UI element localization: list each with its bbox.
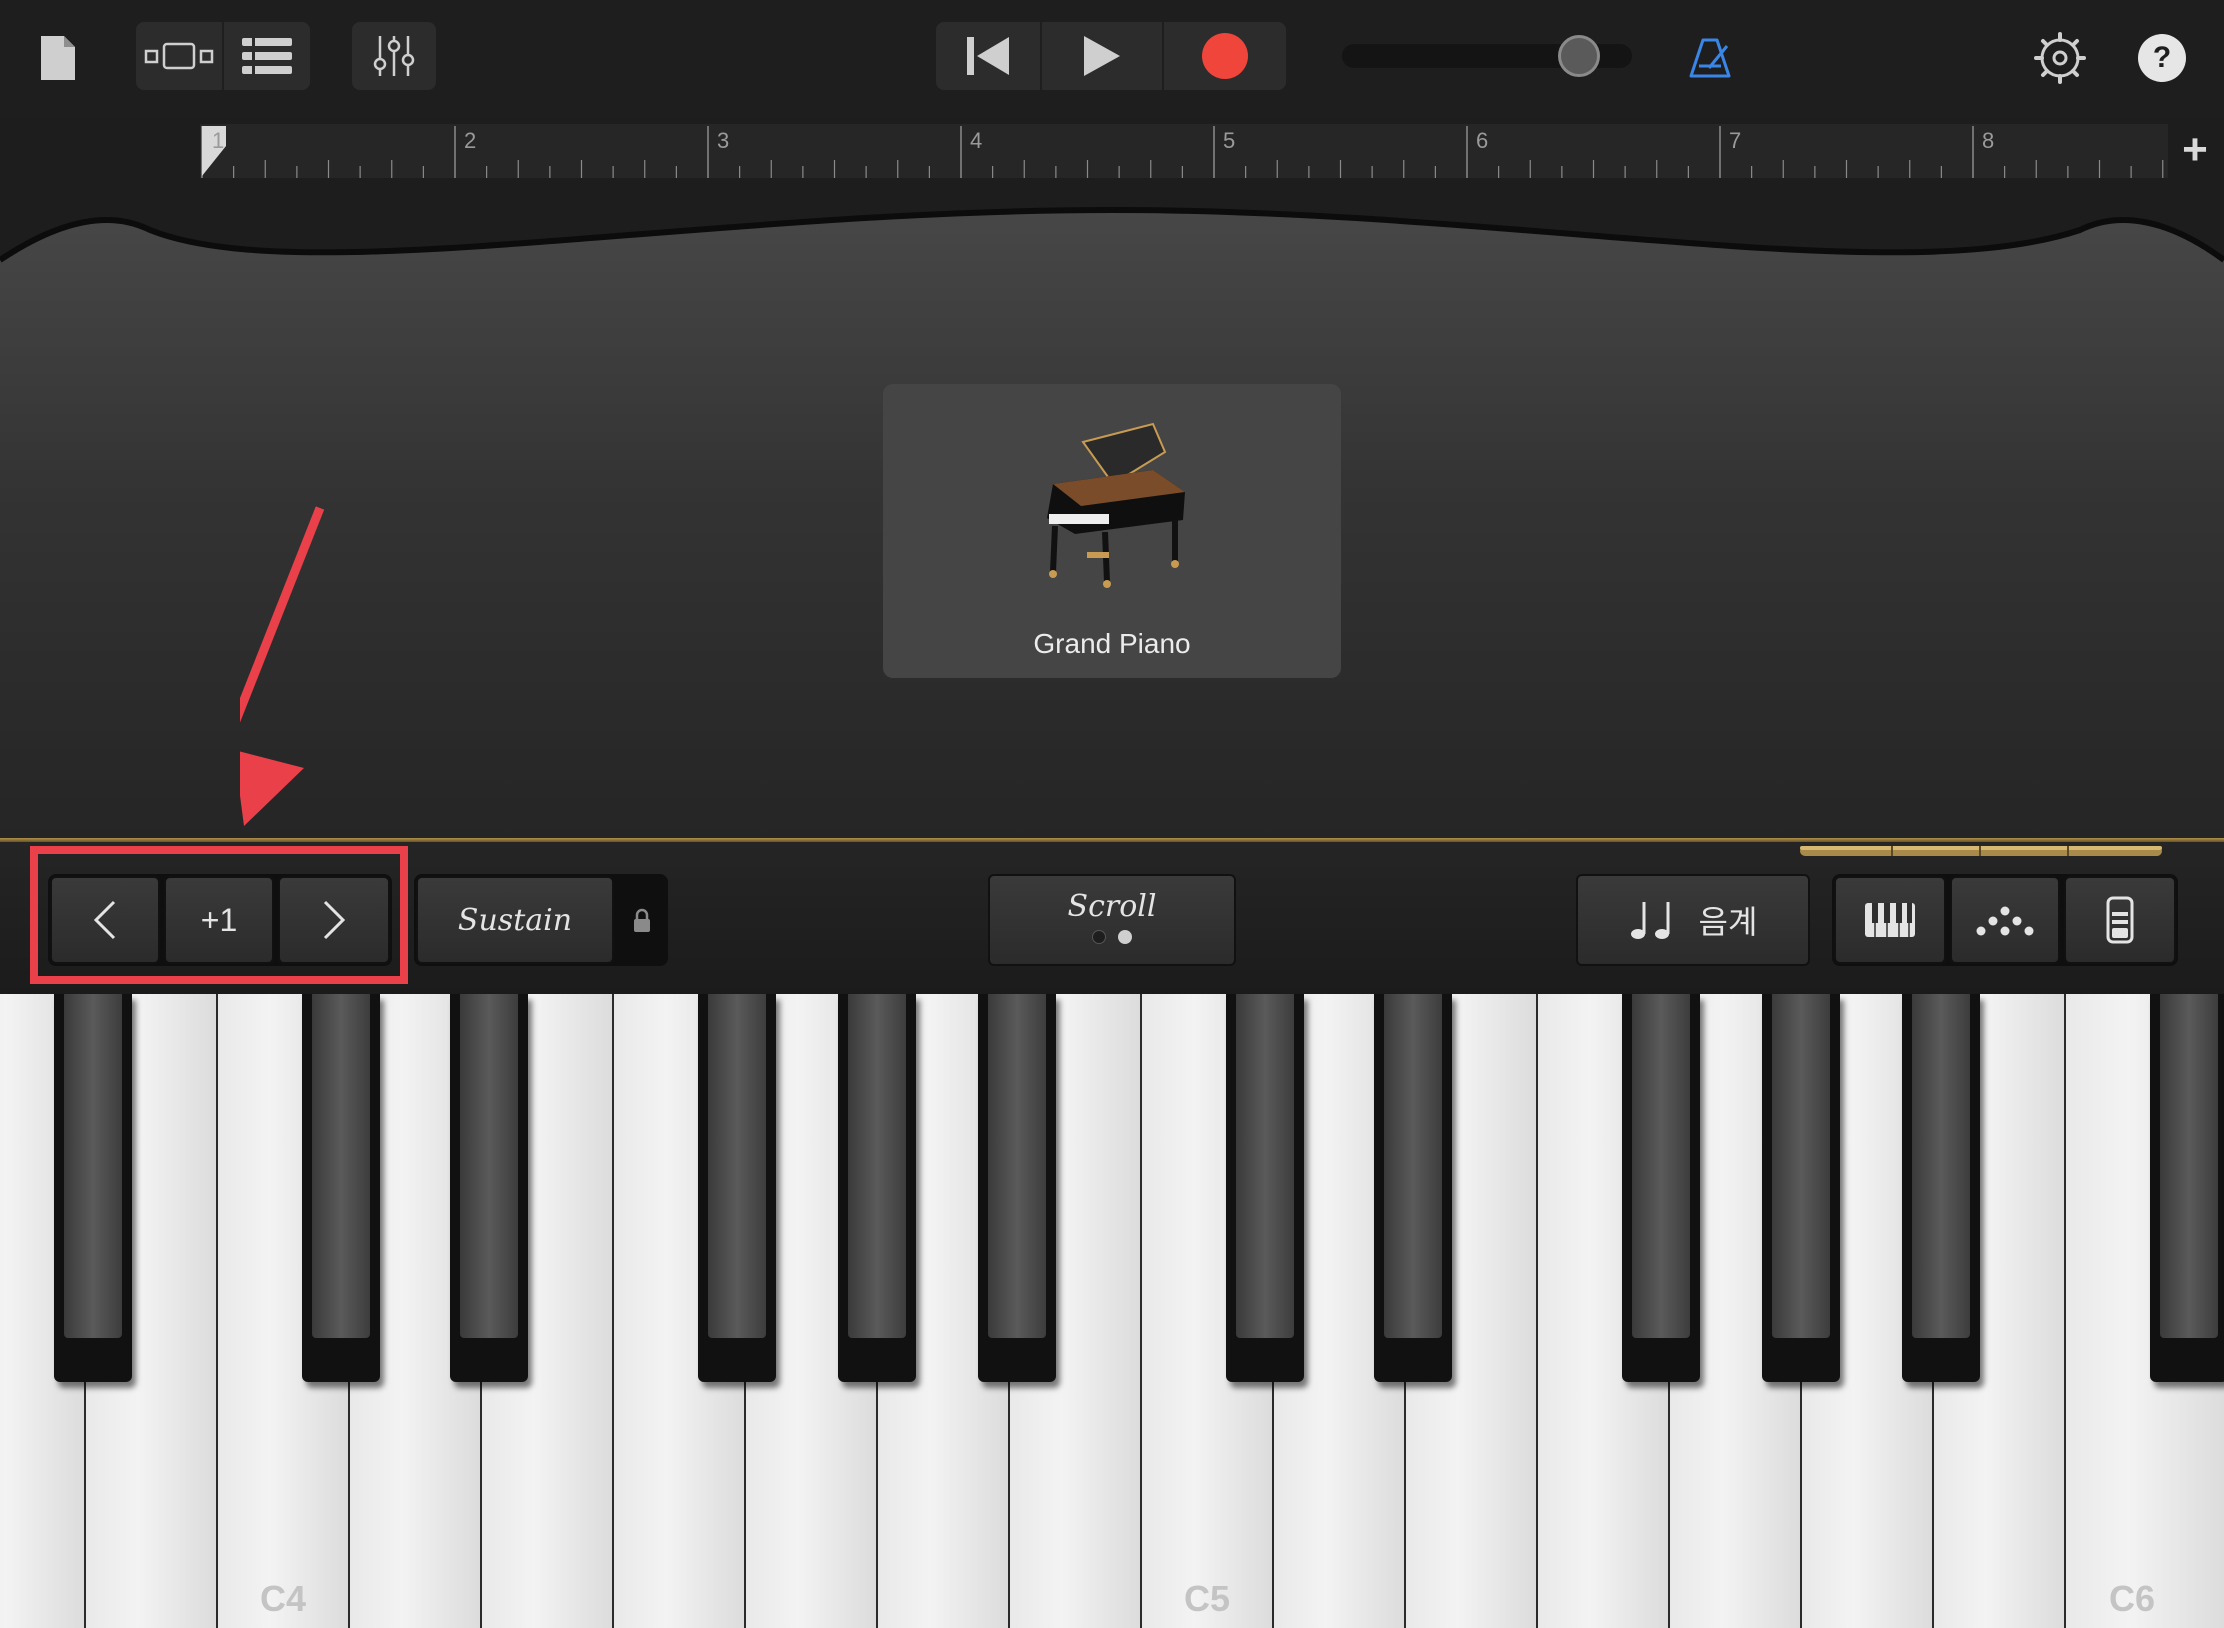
lock-icon xyxy=(634,908,650,932)
sustain-button[interactable]: Sustain xyxy=(416,876,614,964)
keyboard-layout-icon xyxy=(1865,903,1915,937)
sustain-lock-button[interactable] xyxy=(622,904,662,938)
rewind-icon xyxy=(967,37,1009,75)
velocity-icon xyxy=(2106,896,2134,944)
key-label: C6 xyxy=(2108,1578,2156,1619)
black-key[interactable] xyxy=(1374,994,1452,1382)
black-key-face xyxy=(848,994,906,1338)
mixer-button[interactable] xyxy=(352,22,436,90)
scale-button[interactable]: 음계 xyxy=(1576,874,1810,966)
metronome-button[interactable] xyxy=(1680,26,1740,90)
black-key[interactable] xyxy=(1902,994,1980,1382)
scale-label: 음계 xyxy=(1698,904,1758,940)
key-label: C4 xyxy=(259,1578,307,1619)
black-key-face xyxy=(460,994,518,1338)
black-key[interactable] xyxy=(1226,994,1304,1382)
bar-number: 4 xyxy=(970,128,983,153)
metronome-icon xyxy=(1689,38,1731,78)
my-songs-button[interactable] xyxy=(26,26,90,90)
help-icon: ? xyxy=(2152,41,2172,74)
timeline-ruler[interactable]: 1 2 3 4 5 6 7 8 xyxy=(200,124,2168,178)
keyboard-range-indicator xyxy=(1800,846,2162,856)
black-key[interactable] xyxy=(838,994,916,1382)
velocity-button[interactable] xyxy=(2064,876,2176,964)
piano-keyboard: C4 C5 C6 xyxy=(0,994,2224,1628)
black-key[interactable] xyxy=(698,994,776,1382)
black-key-face xyxy=(1912,994,1970,1338)
black-key-face xyxy=(1384,994,1442,1338)
grand-piano-image xyxy=(1047,422,1185,588)
bar-number: 2 xyxy=(464,128,477,153)
bar-number: 8 xyxy=(1982,128,1995,153)
track-list-button[interactable] xyxy=(224,22,310,90)
mixer-sliders-icon xyxy=(373,36,415,76)
add-section-button[interactable]: + xyxy=(2170,122,2220,178)
master-volume-knob[interactable] xyxy=(1558,35,1600,77)
black-key-face xyxy=(1772,994,1830,1338)
play-icon xyxy=(1084,36,1120,76)
tracks-view-button[interactable] xyxy=(136,22,222,90)
list-view-icon xyxy=(242,38,292,74)
bar-number: 6 xyxy=(1476,128,1489,153)
rewind-button[interactable] xyxy=(936,22,1040,90)
black-key-face xyxy=(312,994,370,1338)
tracks-view-icon xyxy=(144,42,214,70)
instrument-name: Grand Piano xyxy=(1033,628,1191,659)
scroll-page-indicator xyxy=(1092,929,1132,944)
help-button[interactable]: ? xyxy=(2138,34,2186,82)
black-key[interactable] xyxy=(450,994,528,1382)
annotation-arrow xyxy=(240,506,325,826)
document-icon xyxy=(41,36,75,80)
bar-number: 3 xyxy=(717,128,730,153)
black-key-face xyxy=(1236,994,1294,1338)
page-dot-active xyxy=(1118,929,1132,944)
black-key-face xyxy=(64,994,122,1338)
settings-gear-icon xyxy=(2034,32,2086,84)
page-dot xyxy=(1092,929,1106,944)
keyboard-layout-group xyxy=(1832,874,2178,966)
music-notes-icon xyxy=(1630,902,1670,939)
black-key-face xyxy=(988,994,1046,1338)
view-toggle-group xyxy=(136,22,310,90)
sustain-control: Sustain xyxy=(414,874,668,966)
black-key-face xyxy=(708,994,766,1338)
ruler-ticks xyxy=(201,126,2164,178)
record-button[interactable] xyxy=(1164,22,1286,90)
black-key[interactable] xyxy=(1762,994,1840,1382)
black-key[interactable] xyxy=(978,994,1056,1382)
black-key-face xyxy=(2160,994,2218,1338)
top-toolbar: ? xyxy=(0,0,2224,118)
transport-controls xyxy=(936,22,1286,90)
instrument-selector[interactable]: Grand Piano xyxy=(883,384,1341,678)
black-key[interactable] xyxy=(2150,994,2224,1382)
play-button[interactable] xyxy=(1042,22,1162,90)
settings-button[interactable] xyxy=(2028,26,2092,90)
keyboard-layout-button[interactable] xyxy=(1834,876,1946,964)
bar-number: 1 xyxy=(212,128,225,153)
scroll-button[interactable]: Scroll xyxy=(988,874,1236,966)
arpeggiator-icon xyxy=(1976,906,2034,936)
record-icon xyxy=(1202,33,1248,79)
black-key[interactable] xyxy=(302,994,380,1382)
bar-number: 5 xyxy=(1223,128,1236,153)
black-key[interactable] xyxy=(54,994,132,1382)
scroll-label: Scroll xyxy=(1067,888,1157,924)
bar-number: 7 xyxy=(1729,128,1742,153)
black-key[interactable] xyxy=(1622,994,1700,1382)
black-key-face xyxy=(1632,994,1690,1338)
key-label: C5 xyxy=(1183,1578,1231,1619)
annotation-highlight-box xyxy=(30,846,408,984)
arpeggiator-button[interactable] xyxy=(1950,876,2060,964)
